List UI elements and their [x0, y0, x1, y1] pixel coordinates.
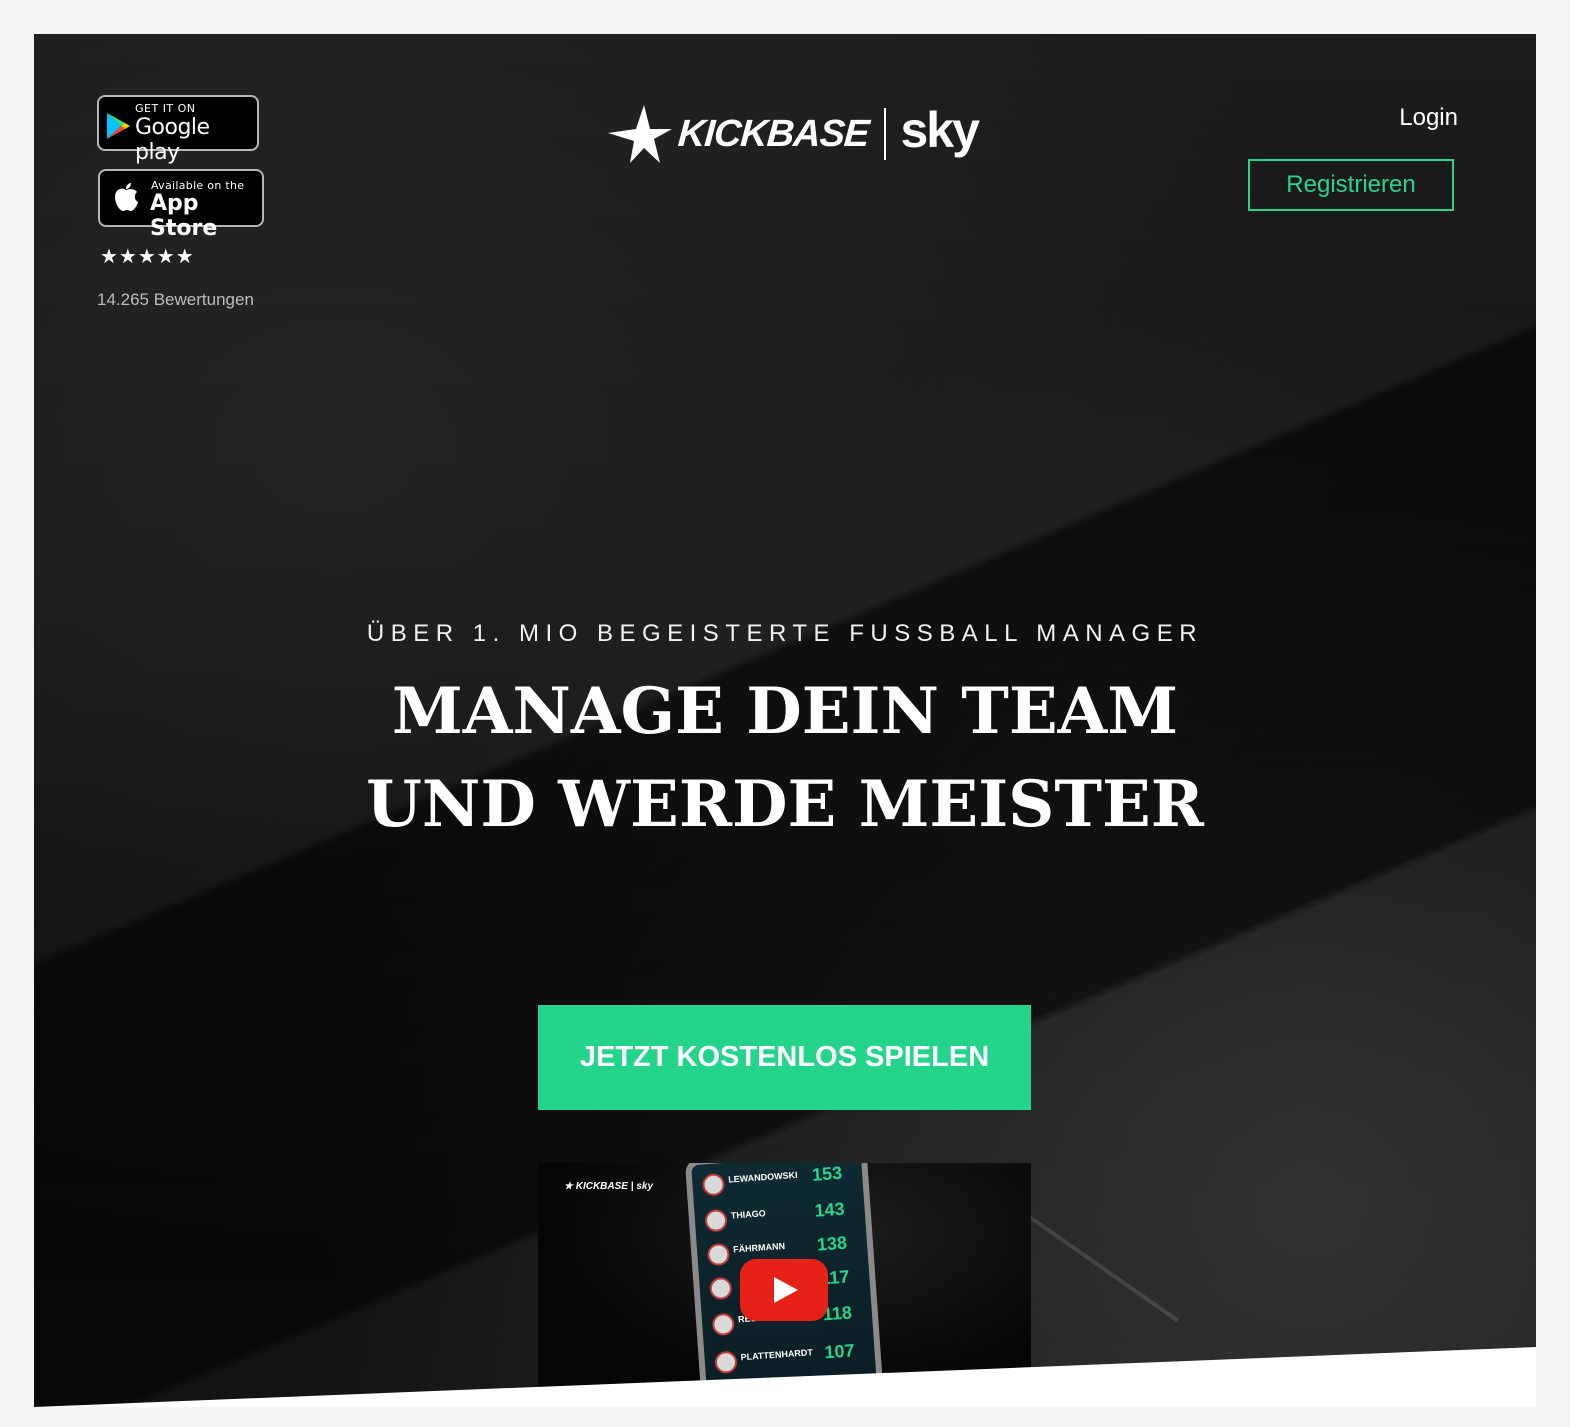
youtube-play-button[interactable]	[740, 1259, 828, 1321]
hero-tagline: ÜBER 1. MIO BEGEISTERTE FUSSBALL MANAGER	[366, 620, 1204, 647]
avatar	[704, 1208, 728, 1233]
google-play-icon	[107, 113, 130, 139]
google-badge-title: Google play	[135, 115, 210, 165]
kickbase-star-icon	[608, 105, 672, 163]
app-store-badge[interactable]: Available on the App Store	[98, 169, 264, 241]
list-item: THIAGO 143	[704, 1196, 852, 1236]
avatar	[709, 1276, 733, 1301]
player-name: LEWANDOWSKI	[727, 1169, 798, 1185]
kickbase-sky-logo[interactable]: KICKBASE sky	[608, 102, 980, 166]
avatar	[701, 1172, 726, 1197]
avatar	[711, 1312, 736, 1337]
list-item: PLATTENHARDT 107	[714, 1338, 862, 1378]
player-name: PLATTENHARDT	[740, 1347, 814, 1363]
hero-headline-line1: MANAGE DEIN TEAM	[391, 674, 1179, 749]
player-points: 107	[823, 1340, 856, 1363]
apple-badge-title: App Store	[150, 191, 218, 241]
google-play-badge[interactable]: GET IT ON Google play	[97, 95, 259, 165]
logo-divider	[884, 108, 887, 160]
video-logo: ★ KICKBASE | sky	[564, 1181, 654, 1192]
hero-headline-line2: UND WERDE MEISTER	[366, 767, 1204, 842]
logo-brand: KICKBASE	[676, 112, 870, 155]
player-points: 153	[811, 1163, 843, 1185]
avatar	[714, 1350, 738, 1375]
player-name: THIAGO	[730, 1208, 767, 1221]
google-badge-caption: GET IT ON	[135, 102, 196, 115]
login-link[interactable]: Login	[1399, 104, 1458, 132]
landing-page: GET IT ON Google play Available on the A…	[34, 34, 1536, 1407]
register-button[interactable]: Registrieren	[1248, 159, 1454, 211]
rating-stars: ★★★★★	[100, 244, 195, 268]
logo-partner: sky	[900, 102, 979, 158]
review-count: 14.265 Bewertungen	[97, 290, 254, 309]
player-points: 143	[813, 1198, 846, 1221]
player-points: 138	[816, 1232, 848, 1255]
video-thumbnail[interactable]: ★ KICKBASE | sky LEWANDOWSKI 153 THIAGO …	[538, 1163, 1031, 1393]
play-free-button[interactable]: JETZT KOSTENLOS SPIELEN	[538, 1005, 1031, 1110]
avatar	[706, 1242, 731, 1267]
apple-icon	[115, 183, 138, 211]
player-name: FÄHRMANN	[732, 1240, 786, 1255]
list-item: LEWANDOWSKI 153	[701, 1163, 850, 1200]
